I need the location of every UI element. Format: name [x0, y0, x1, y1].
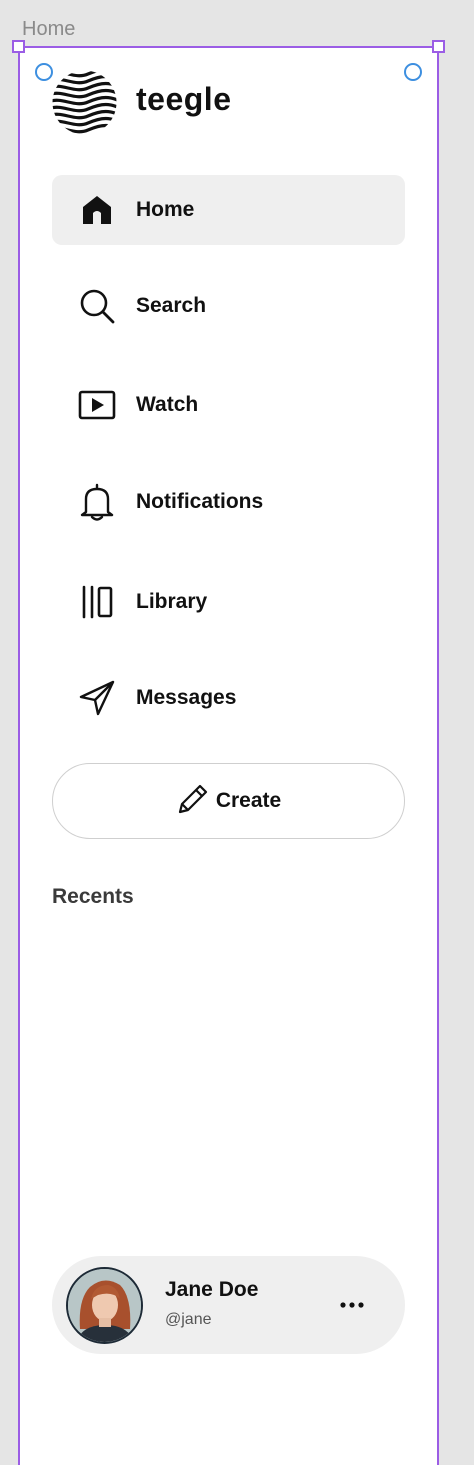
more-horizontal-icon[interactable] — [337, 1290, 367, 1320]
nav-item-messages[interactable]: Messages — [52, 663, 405, 733]
nav-item-home[interactable]: Home — [52, 175, 405, 245]
library-icon — [78, 583, 116, 621]
create-button[interactable]: Create — [52, 763, 405, 839]
brand-logo-icon[interactable] — [52, 70, 117, 135]
profile-handle: @jane — [165, 1311, 212, 1328]
nav-item-watch[interactable]: Watch — [52, 370, 405, 440]
corner-radius-handle-left[interactable] — [35, 63, 53, 81]
pencil-icon — [176, 782, 216, 821]
nav-label-home: Home — [136, 198, 195, 221]
nav-item-search[interactable]: Search — [52, 271, 405, 341]
paper-plane-icon — [78, 679, 116, 717]
frame-label: Home — [22, 18, 76, 40]
resize-handle-top-left[interactable] — [12, 40, 25, 53]
bell-icon — [78, 483, 116, 521]
corner-radius-handle-right[interactable] — [404, 63, 422, 81]
search-icon — [78, 287, 116, 325]
profile-name: Jane Doe — [165, 1278, 259, 1301]
recents-heading: Recents — [52, 885, 134, 908]
nav-label-notifications: Notifications — [136, 490, 264, 513]
resize-handle-top-right[interactable] — [432, 40, 445, 53]
nav-item-notifications[interactable]: Notifications — [52, 467, 405, 537]
brand-name: teegle — [136, 81, 232, 117]
nav-label-library: Library — [136, 590, 208, 613]
profile-card[interactable]: Jane Doe @jane — [52, 1256, 405, 1354]
nav-label-watch: Watch — [136, 393, 199, 416]
create-label: Create — [215, 789, 282, 812]
nav-label-search: Search — [136, 294, 207, 317]
nav-item-library[interactable]: Library — [52, 567, 405, 637]
play-icon — [78, 386, 116, 424]
home-icon — [78, 191, 116, 229]
nav-label-messages: Messages — [136, 686, 237, 709]
sidebar-frame — [18, 46, 439, 1465]
avatar[interactable] — [66, 1267, 143, 1344]
